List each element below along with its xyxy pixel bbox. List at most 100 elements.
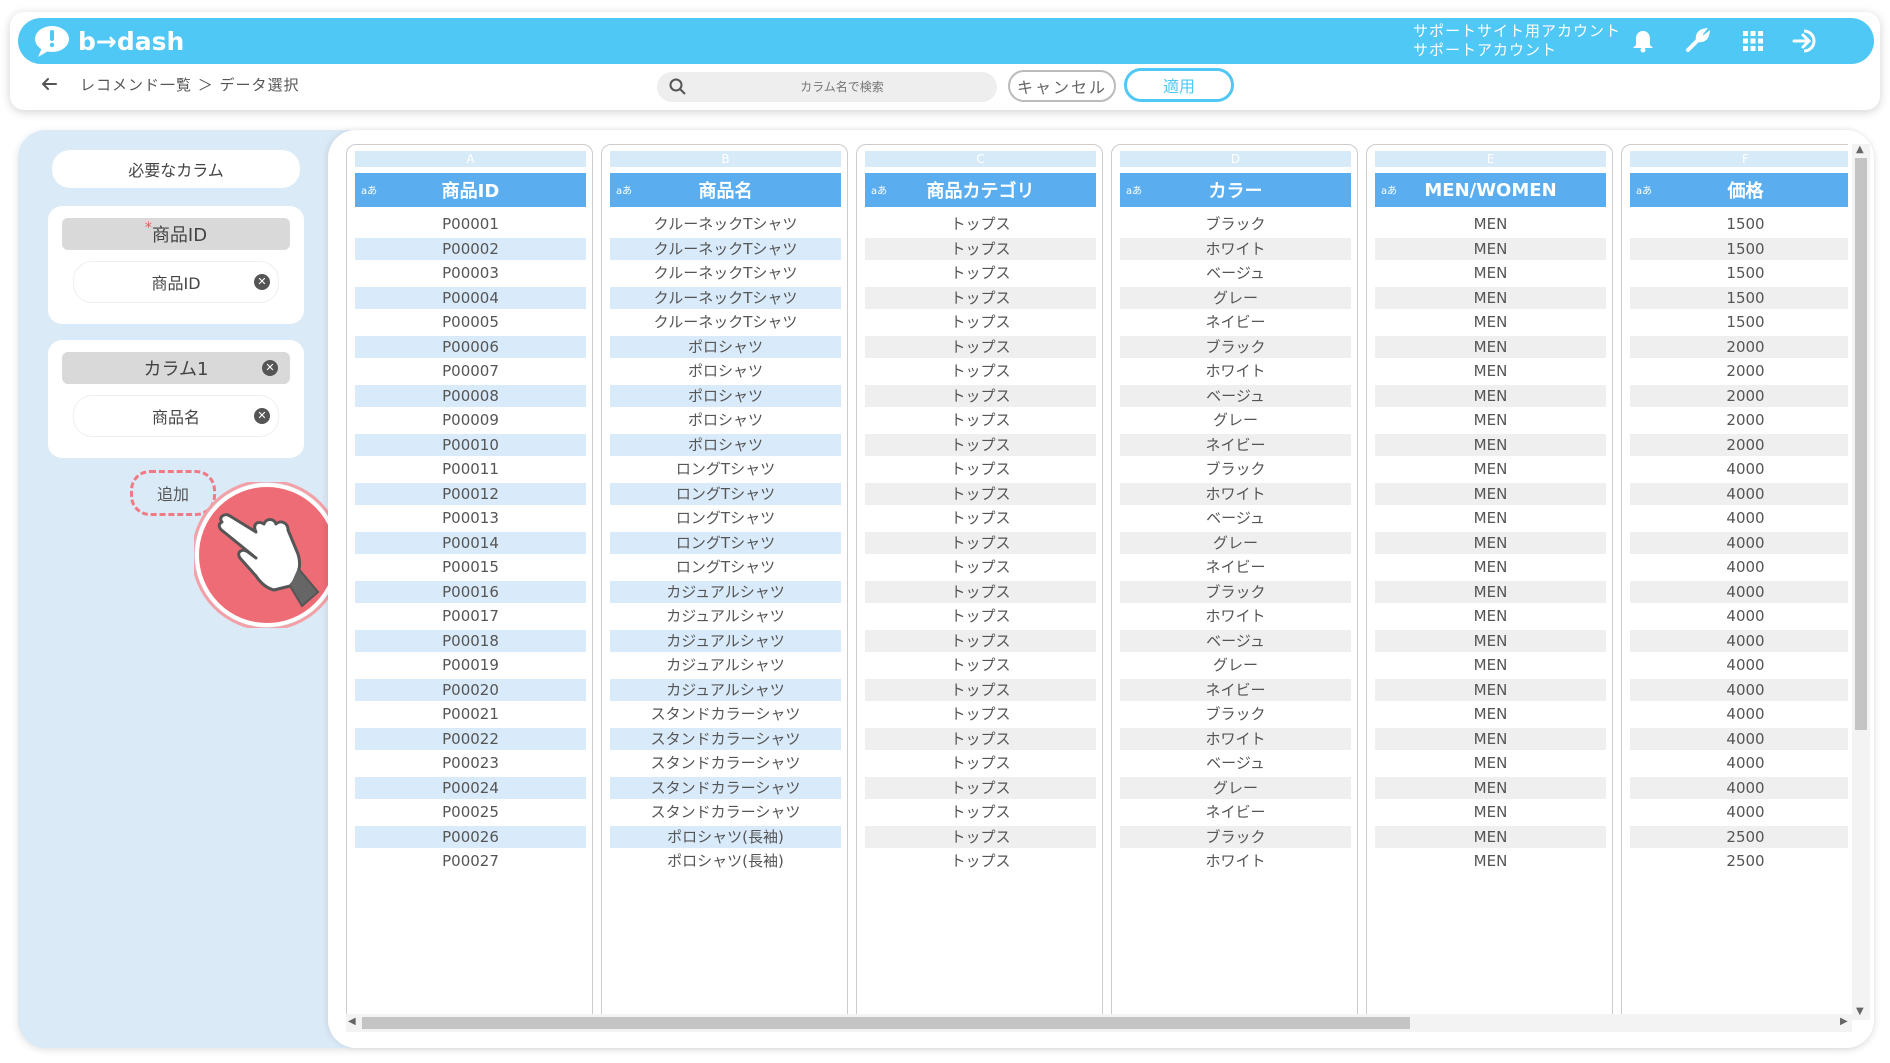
- table-cell: MEN: [1375, 237, 1606, 260]
- column-header[interactable]: aあ 商品名: [610, 173, 841, 207]
- column-header-label: カラー: [1208, 181, 1263, 202]
- column-header-label: 商品ID: [441, 181, 500, 202]
- table-cell: ポロシャツ(長袖): [610, 825, 841, 848]
- column-header[interactable]: aあ 価格: [1630, 173, 1848, 207]
- remove-group-icon[interactable]: ✕: [262, 360, 278, 376]
- table-cell: ホワイト: [1120, 237, 1351, 260]
- table-column[interactable]: Baあ 商品名 クルーネックTシャツ クルーネックTシャツ クルーネックTシャツ クルーネ…: [601, 144, 848, 1014]
- table-cell: ホワイト: [1205, 607, 1266, 625]
- table-cell: MEN: [1473, 803, 1508, 821]
- account-info[interactable]: サポートサイト用アカウント サポートアカウント: [1413, 22, 1621, 60]
- table-cell: 4000: [1630, 776, 1848, 799]
- table-cell: ベージュ: [1206, 754, 1265, 772]
- table-cell: P00019: [442, 656, 499, 674]
- table-cell: トップス: [950, 852, 1011, 870]
- required-columns-label: 必要なカラム: [52, 150, 300, 188]
- column-header[interactable]: aあ 商品ID: [355, 173, 586, 207]
- vertical-scrollbar[interactable]: ▲ ▼: [1852, 144, 1870, 1020]
- table-cell: MEN: [1473, 656, 1508, 674]
- table-cell: トップス: [950, 313, 1011, 331]
- column-header[interactable]: aあ カラー: [1120, 173, 1351, 207]
- horizontal-scrollbar[interactable]: ◀ ▶: [346, 1014, 1852, 1032]
- table-cell: カジュアルシャツ: [610, 629, 841, 652]
- table-cell: ホワイト: [1120, 482, 1351, 505]
- column-header[interactable]: aあ MEN/WOMEN: [1375, 173, 1606, 207]
- nav-row: レコメンド一覧 ＞ データ選択 キャンセル 適用: [18, 68, 1874, 104]
- table-cell: ネイビー: [1205, 803, 1266, 821]
- table-cell: MEN: [1375, 482, 1606, 505]
- table-cell: P00020: [355, 678, 586, 701]
- table-cell: ネイビー: [1120, 678, 1351, 701]
- table-cell: トップス: [865, 335, 1096, 358]
- table-cell: P00003: [442, 264, 499, 282]
- wrench-icon[interactable]: [1682, 27, 1712, 55]
- table-cell: ブラック: [1120, 825, 1351, 848]
- table-cell: グレー: [1212, 656, 1258, 674]
- table-cell: トップス: [865, 776, 1096, 799]
- column-letter: E: [1375, 151, 1606, 167]
- table-cell: ブラック: [1120, 335, 1351, 358]
- account-line-2: サポートアカウント: [1413, 41, 1558, 59]
- table-column[interactable]: Aaあ 商品ID P00001 P00002 P00003 P00004 P00005 P00…: [346, 144, 593, 1014]
- table-cell: P00002: [355, 237, 586, 260]
- search-input[interactable]: [697, 76, 987, 98]
- table-cell: 2000: [1726, 411, 1765, 429]
- table-cell: 4000: [1630, 531, 1848, 554]
- search-icon: [669, 78, 687, 100]
- table-cell: MEN: [1375, 335, 1606, 358]
- bell-icon[interactable]: [1628, 27, 1658, 55]
- table-cell: 4000: [1630, 482, 1848, 505]
- table-cell: トップス: [950, 558, 1011, 576]
- breadcrumb[interactable]: レコメンド一覧 ＞ データ選択: [80, 74, 300, 95]
- table-cell: 1500: [1630, 237, 1848, 260]
- apps-grid-icon[interactable]: [1738, 27, 1768, 55]
- table-cell: P00026: [355, 825, 586, 848]
- search-box[interactable]: [657, 72, 997, 102]
- table-cell: 4000: [1630, 629, 1848, 652]
- remove-icon[interactable]: ✕: [254, 408, 270, 424]
- table-cell: MEN: [1473, 460, 1508, 478]
- horizontal-scroll-thumb[interactable]: [362, 1017, 1410, 1029]
- table-cell: MEN: [1375, 580, 1606, 603]
- table-column[interactable]: Faあ 価格 1500 1500 1500 1500 1500 2000 2000 2000 200…: [1621, 144, 1848, 1014]
- column-chip-product-name[interactable]: 商品名 ✕: [74, 396, 278, 436]
- table-cell: ポロシャツ: [610, 335, 841, 358]
- table-column[interactable]: Daあ カラー ブラック ホワイト ベージュ グレー ネイビー ブラック ホワイト ベージュ グレー…: [1111, 144, 1358, 1014]
- table-cell: P00014: [355, 531, 586, 554]
- scroll-up-icon[interactable]: ▲: [1856, 144, 1864, 155]
- scroll-left-icon[interactable]: ◀: [348, 1016, 356, 1027]
- table-cell: トップス: [950, 656, 1011, 674]
- text-type-icon: aあ: [361, 186, 378, 197]
- column-letter: D: [1120, 151, 1351, 167]
- column-header[interactable]: aあ 商品カテゴリ: [865, 173, 1096, 207]
- table-cell: クルーネックTシャツ: [653, 264, 798, 282]
- table-cell: P00012: [355, 482, 586, 505]
- table-cell: クルーネックTシャツ: [653, 313, 798, 331]
- cancel-button[interactable]: キャンセル: [1008, 70, 1116, 102]
- apply-button[interactable]: 適用: [1124, 68, 1234, 102]
- table-cell: MEN: [1473, 607, 1508, 625]
- vertical-scroll-thumb[interactable]: [1855, 158, 1867, 730]
- table-cell: MEN: [1473, 852, 1508, 870]
- table-cell: 2000: [1630, 384, 1848, 407]
- back-arrow-icon[interactable]: [38, 73, 60, 95]
- table-cell: ポロシャツ(長袖): [667, 852, 784, 870]
- logout-icon[interactable]: [1792, 27, 1822, 55]
- table-cell: カジュアルシャツ: [666, 607, 785, 625]
- table-cell: ロングTシャツ: [675, 509, 776, 527]
- table-cell: 1500: [1726, 215, 1765, 233]
- table-cell: スタンドカラーシャツ: [610, 776, 841, 799]
- column-chip-product-id[interactable]: 商品ID ✕: [74, 262, 278, 302]
- table-column[interactable]: Caあ 商品カテゴリ トップス トップス トップス トップス トップス トップス トップス トップ…: [856, 144, 1103, 1014]
- logo[interactable]: b→dash: [34, 24, 184, 58]
- table-cell: P00021: [442, 705, 499, 723]
- table-cell: P00011: [442, 460, 499, 478]
- table-cell: トップス: [865, 825, 1096, 848]
- table-cell: 1500: [1726, 264, 1765, 282]
- remove-icon[interactable]: ✕: [254, 274, 270, 290]
- scroll-right-icon[interactable]: ▶: [1840, 1016, 1848, 1027]
- table-cell: 1500: [1726, 313, 1765, 331]
- table-column[interactable]: Eaあ MEN/WOMEN MEN MEN MEN MEN MEN MEN MEN MEN MEN M…: [1366, 144, 1613, 1014]
- column-header-label: 商品カテゴリ: [926, 181, 1035, 202]
- scroll-down-icon[interactable]: ▼: [1856, 1006, 1864, 1017]
